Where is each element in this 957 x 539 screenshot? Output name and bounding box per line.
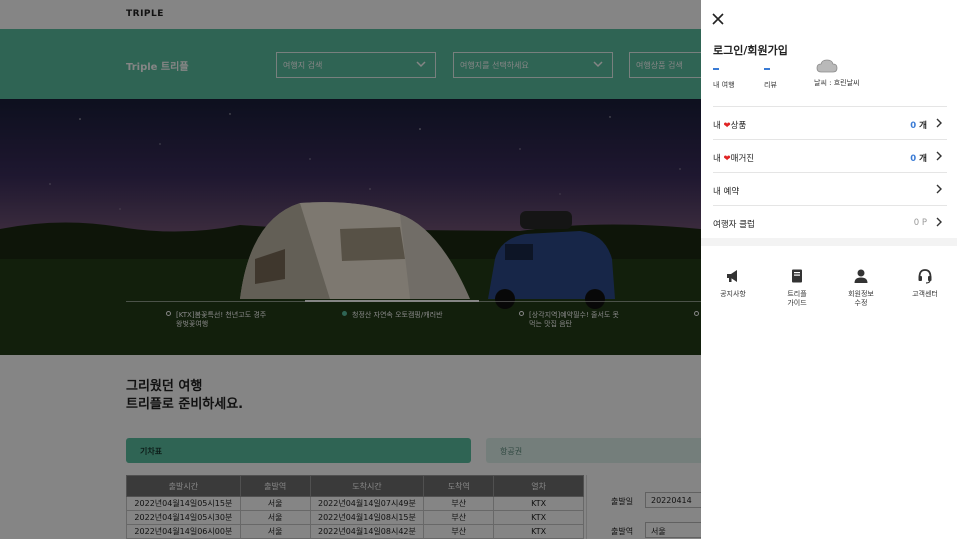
chevron-right-icon (936, 217, 942, 227)
menu-item-label: 내 예약 (713, 187, 740, 197)
modal-backdrop[interactable] (0, 0, 701, 539)
liked-magazines-count: 0 개 (910, 154, 927, 164)
close-icon[interactable] (711, 12, 725, 26)
quick-link-label: 공지사항 (720, 290, 746, 298)
menu-liked-products[interactable]: 내 ❤상품 0 개 (713, 107, 947, 140)
travel-club-points: 0 P (913, 218, 927, 228)
login-signup-link[interactable]: 로그인/회원가입 (713, 42, 788, 58)
quick-link-label: 회원정보 (848, 290, 874, 298)
weather-widget: 날씨 : 흐린날씨 (814, 58, 859, 88)
cloud-icon (816, 59, 838, 73)
headset-icon (918, 269, 932, 284)
menu-travel-club[interactable]: 여행자 클럽 0 P (713, 206, 947, 239)
reviews-stat[interactable]: 리뷰 (764, 68, 777, 90)
person-icon (854, 269, 868, 283)
section-divider (701, 238, 957, 246)
trips-value (713, 68, 719, 70)
liked-products-count: 0 개 (910, 121, 927, 131)
menu-reservations[interactable]: 내 예약 (713, 173, 947, 206)
my-trips-stat[interactable]: 내 여행 (713, 68, 735, 90)
chevron-right-icon (936, 118, 942, 128)
quick-link-label: 가이드 (787, 299, 807, 307)
reviews-label: 리뷰 (764, 81, 777, 89)
megaphone-icon (727, 270, 737, 282)
trips-label: 내 여행 (713, 81, 735, 89)
quick-link-label: 트리플 (787, 290, 807, 298)
chevron-right-icon (936, 151, 942, 161)
heart-icon: ❤ (723, 154, 731, 164)
menu-item-label: 내 ❤상품 (713, 121, 747, 131)
quick-link-label: 수정 (854, 299, 868, 307)
menu-liked-magazines[interactable]: 내 ❤매거진 0 개 (713, 140, 947, 173)
side-panel: 로그인/회원가입 내 여행 리뷰 날씨 : 흐린날씨 내 ❤상품 0 개 내 ❤… (701, 0, 957, 539)
chevron-right-icon (936, 184, 942, 194)
quick-link-notice[interactable]: 공지사항 (703, 268, 763, 299)
menu-item-label: 여행자 클럽 (713, 220, 755, 230)
quick-link-label: 고객센터 (912, 290, 938, 298)
heart-icon: ❤ (723, 121, 731, 131)
quick-link-guide[interactable]: 트리플 가이드 (767, 268, 827, 308)
reviews-value (764, 68, 770, 70)
weather-label: 날씨 : 흐린날씨 (814, 79, 860, 87)
book-icon (792, 269, 802, 283)
menu-item-label: 내 ❤매거진 (713, 154, 755, 164)
quick-link-support[interactable]: 고객센터 (895, 268, 955, 299)
quick-link-profile[interactable]: 회원정보 수정 (831, 268, 891, 308)
